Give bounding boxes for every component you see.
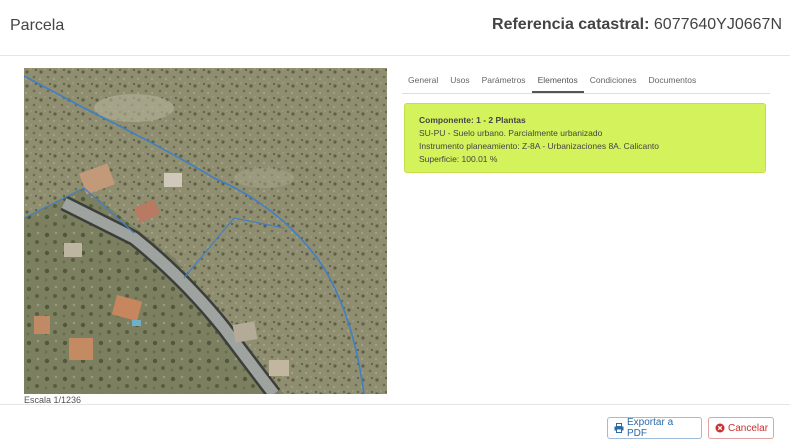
- times-circle-icon: [715, 423, 725, 433]
- detail-tabs: General Usos Parámetros Elementos Condic…: [402, 68, 770, 94]
- print-icon: [614, 423, 624, 433]
- tab-elementos[interactable]: Elementos: [531, 68, 584, 93]
- aerial-map-image: [24, 68, 387, 394]
- cadastral-reference-label: Referencia catastral:: [492, 16, 650, 33]
- cadastral-reference-value: 6077640YJ0667N: [653, 16, 782, 33]
- cadastral-reference: Referencia catastral: 6077640YJ0667N: [492, 16, 782, 34]
- cancel-button[interactable]: Cancelar: [708, 417, 774, 439]
- parcel-dialog: Parcela Referencia catastral: 6077640YJ0…: [0, 0, 790, 440]
- component-card: Componente: 1 - 2 Plantas SU-PU - Suelo …: [404, 103, 766, 173]
- export-pdf-button[interactable]: Exportar a PDF: [607, 417, 702, 439]
- tab-condiciones[interactable]: Condiciones: [584, 68, 643, 93]
- dialog-title: Parcela: [10, 17, 65, 34]
- tab-documentos[interactable]: Documentos: [643, 68, 703, 93]
- export-pdf-label: Exportar a PDF: [627, 417, 674, 439]
- component-classification: SU-PU - Suelo urbano. Parcialmente urban…: [419, 128, 603, 138]
- dialog-header: Parcela Referencia catastral: 6077640YJ0…: [0, 0, 790, 56]
- component-surface: Superficie: 100.01 %: [419, 154, 498, 164]
- tab-parametros[interactable]: Parámetros: [476, 68, 532, 93]
- dialog-footer: Exportar a PDF Cancelar: [0, 404, 790, 440]
- cancel-label: Cancelar: [728, 422, 769, 434]
- component-title: Componente: 1 - 2 Plantas: [419, 115, 526, 125]
- tab-usos[interactable]: Usos: [444, 68, 475, 93]
- component-planning-instrument: Instrumento planeamiento: Z-8A - Urbaniz…: [419, 141, 660, 151]
- aerial-map[interactable]: [24, 68, 387, 394]
- tab-general[interactable]: General: [402, 68, 444, 93]
